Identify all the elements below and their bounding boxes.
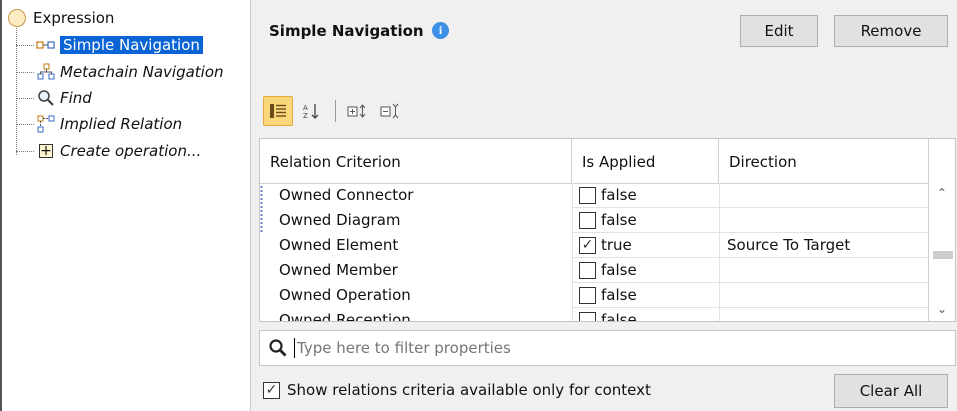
is-applied-cell: false [572, 308, 719, 322]
tree-connector [16, 44, 34, 46]
tree-item-simple-navigation[interactable]: Simple Navigation [16, 34, 203, 56]
table-header: Relation Criterion Is Applied Direction [260, 139, 930, 184]
filter-input[interactable] [294, 338, 899, 358]
tree-item-find[interactable]: Find [16, 87, 92, 109]
expand-all-icon[interactable] [342, 96, 372, 126]
tree-item-label: Implied Relation [60, 115, 183, 133]
is-applied-value: false [601, 285, 637, 304]
filter-box [259, 330, 956, 366]
remove-button[interactable]: Remove [834, 15, 948, 47]
context-only-label: Show relations criteria available only f… [287, 381, 651, 399]
is-applied-checkbox[interactable] [579, 261, 596, 279]
collapse-all-icon[interactable] [375, 96, 405, 126]
chevron-up-icon[interactable]: ⌃ [929, 183, 955, 203]
direction-cell[interactable] [719, 258, 930, 283]
panel-title: Simple Navigation [269, 22, 424, 40]
criterion-cell: Owned Operation [279, 286, 411, 304]
tree-item-implied-relation[interactable]: Implied Relation [16, 113, 182, 135]
sort-alphabetically-icon[interactable]: AZ [296, 96, 326, 126]
column-header-relation-criterion[interactable]: Relation Criterion [260, 139, 572, 183]
criterion-cell: Owned Member [279, 261, 398, 279]
is-applied-cell: false [572, 258, 719, 283]
table-row[interactable]: Owned Connector false [260, 183, 930, 208]
direction-cell[interactable]: Source To Target [719, 233, 930, 258]
tree-item-label: Simple Navigation [60, 36, 203, 54]
navigation-properties-panel: Simple Navigation i Edit Remove AZ Relat… [251, 0, 957, 411]
is-applied-cell: false [572, 283, 719, 308]
simple-navigation-icon [36, 36, 56, 54]
table-row[interactable]: Owned Element ✓ true Source To Target [260, 233, 930, 258]
tree-item-metachain-navigation[interactable]: Metachain Navigation [16, 61, 224, 83]
tree-root-label: Expression [33, 9, 115, 27]
expression-tree: Expression Simple Navigation Metachain N… [0, 0, 251, 411]
expression-icon [8, 9, 26, 27]
tree-item-label: Create operation... [60, 142, 202, 160]
categorized-view-icon[interactable] [263, 96, 293, 126]
is-applied-value: false [601, 210, 637, 229]
direction-cell[interactable] [719, 183, 930, 208]
criterion-cell: Owned Diagram [279, 211, 401, 229]
table-row[interactable]: Owned Reception false [260, 308, 930, 322]
table-row[interactable]: Owned Diagram false [260, 208, 930, 233]
tree-connector [16, 123, 34, 125]
panel-header: Simple Navigation i Edit Remove [251, 0, 957, 62]
implied-relation-icon [36, 115, 56, 133]
edit-button[interactable]: Edit [740, 15, 818, 47]
tree-connector [16, 97, 34, 99]
criterion-cell: Owned Connector [279, 186, 414, 204]
context-only-checkbox[interactable]: ✓ [263, 381, 280, 399]
is-applied-value: false [601, 185, 637, 204]
criterion-cell: Owned Reception [279, 311, 411, 322]
relation-criteria-table: Relation Criterion Is Applied Direction … [259, 138, 956, 322]
scrollbar-thumb[interactable] [933, 251, 953, 259]
is-applied-cell: false [572, 208, 719, 233]
is-applied-cell: false [572, 183, 719, 208]
svg-text:A: A [303, 104, 308, 112]
tree-item-create-operation[interactable]: + Create operation... [16, 140, 201, 162]
context-only-checkbox-row[interactable]: ✓ Show relations criteria available only… [263, 381, 651, 399]
table-row[interactable]: Owned Member false [260, 258, 930, 283]
find-icon [36, 89, 56, 107]
metachain-navigation-icon [36, 63, 56, 81]
chevron-down-icon[interactable]: ⌄ [929, 299, 955, 319]
tree-root-expression[interactable]: Expression [8, 8, 114, 28]
toolbar-separator [335, 100, 336, 122]
is-applied-checkbox[interactable] [579, 286, 596, 304]
tree-connector [16, 71, 34, 73]
is-applied-checkbox[interactable] [579, 186, 596, 204]
is-applied-checkbox[interactable] [579, 211, 596, 229]
is-applied-checkbox[interactable] [579, 311, 596, 321]
column-header-direction[interactable]: Direction [719, 139, 930, 183]
criterion-cell: Owned Element [279, 236, 399, 254]
create-operation-icon: + [39, 143, 53, 159]
direction-cell[interactable] [719, 283, 930, 308]
svg-text:Z: Z [303, 112, 308, 120]
table-row[interactable]: Owned Operation false [260, 283, 930, 308]
tree-item-label: Metachain Navigation [60, 63, 224, 81]
table-scrollbar[interactable]: ⌃ ⌄ [928, 139, 955, 321]
tree-item-label: Find [60, 89, 92, 107]
is-applied-cell: ✓ true [572, 233, 719, 258]
direction-cell[interactable] [719, 308, 930, 321]
is-applied-value: false [601, 310, 637, 322]
direction-cell[interactable] [719, 208, 930, 233]
is-applied-value: false [601, 260, 637, 279]
info-icon[interactable]: i [432, 22, 449, 39]
properties-toolbar: AZ [263, 96, 408, 126]
search-icon [268, 338, 288, 358]
column-header-is-applied[interactable]: Is Applied [572, 139, 719, 183]
tree-connector [16, 150, 34, 152]
is-applied-value: true [601, 235, 632, 254]
is-applied-checkbox[interactable]: ✓ [579, 236, 596, 254]
clear-all-button[interactable]: Clear All [834, 374, 948, 408]
